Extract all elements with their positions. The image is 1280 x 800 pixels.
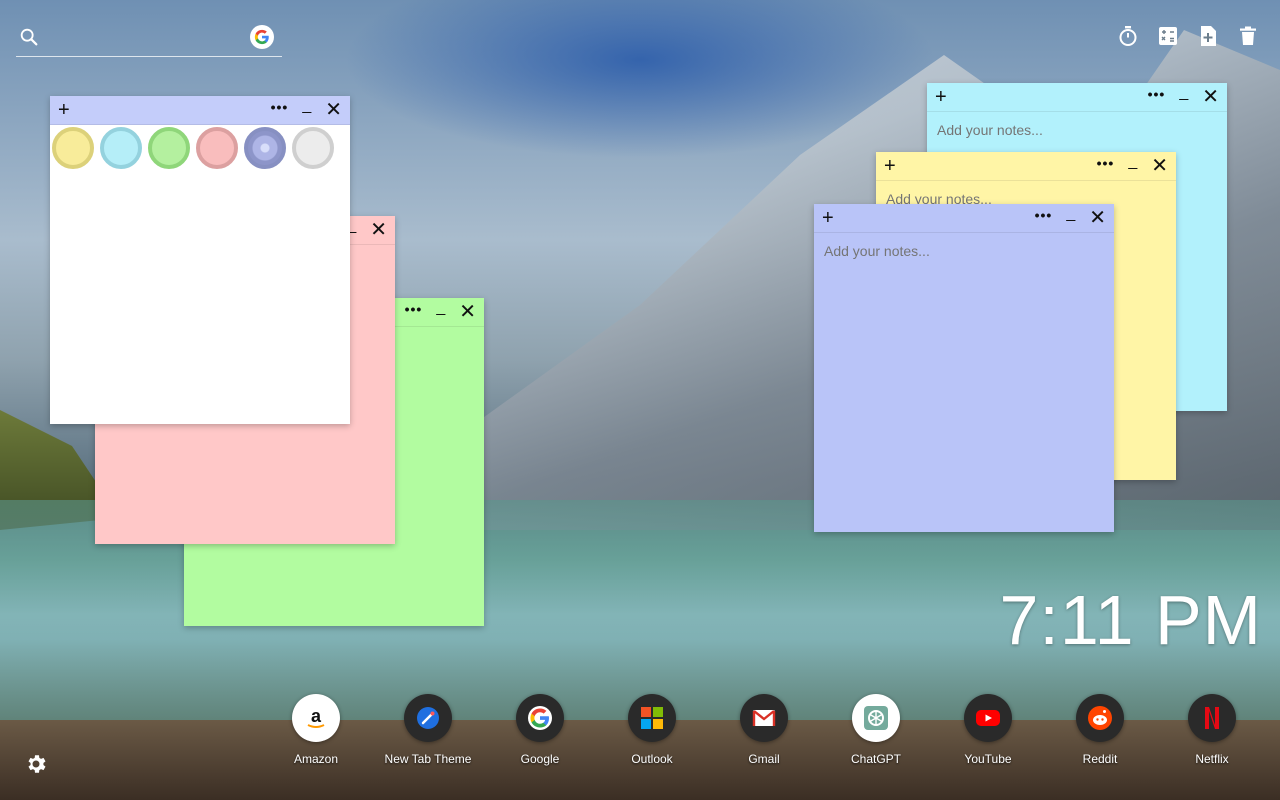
minimize-icon[interactable]: _ — [1128, 154, 1137, 170]
note-text-area[interactable] — [814, 233, 1114, 523]
minimize-icon[interactable]: _ — [302, 98, 311, 114]
new-tab-theme-icon — [404, 694, 452, 742]
shortcut-netflix[interactable]: Netflix — [1162, 694, 1262, 766]
chatgpt-icon — [852, 694, 900, 742]
svg-text:a: a — [311, 706, 322, 726]
shortcut-dock: a Amazon New Tab Theme Google Outlook Gm — [266, 694, 1266, 774]
close-icon[interactable]: ✕ — [1151, 156, 1168, 176]
search-input[interactable] — [50, 28, 244, 52]
shortcut-label: Google — [520, 752, 560, 766]
new-note-icon[interactable] — [1198, 24, 1218, 48]
google-icon — [516, 694, 564, 742]
trash-icon[interactable] — [1238, 24, 1258, 48]
shortcut-amazon[interactable]: a Amazon — [266, 694, 366, 766]
shortcut-label: Gmail — [748, 752, 780, 766]
shortcut-new-tab-theme[interactable]: New Tab Theme — [378, 694, 478, 766]
add-note-icon[interactable]: + — [884, 154, 896, 178]
shortcut-youtube[interactable]: YouTube — [938, 694, 1038, 766]
search-bar — [16, 22, 282, 57]
color-swatch-cyan[interactable] — [100, 127, 142, 169]
more-options-icon[interactable]: ••• — [1035, 208, 1053, 222]
close-icon[interactable]: ✕ — [459, 302, 476, 322]
close-icon[interactable]: ✕ — [1202, 87, 1219, 107]
reddit-icon — [1076, 694, 1124, 742]
add-note-icon[interactable]: + — [58, 98, 70, 122]
color-swatch-green[interactable] — [148, 127, 190, 169]
more-options-icon[interactable]: ••• — [271, 100, 289, 114]
more-options-icon[interactable]: ••• — [1097, 156, 1115, 170]
note-title-bar[interactable]: + ••• _ ✕ — [927, 83, 1227, 112]
shortcut-chatgpt[interactable]: ChatGPT — [826, 694, 926, 766]
shortcut-label: YouTube — [964, 752, 1012, 766]
sticky-note-blue[interactable]: + ••• _ ✕ — [814, 204, 1114, 532]
shortcut-label: Amazon — [293, 752, 339, 766]
toolbar — [1118, 24, 1258, 48]
search-icon[interactable] — [18, 26, 40, 48]
minimize-icon[interactable]: _ — [436, 300, 445, 316]
close-icon[interactable]: ✕ — [325, 100, 342, 120]
calculator-icon[interactable] — [1158, 24, 1178, 48]
color-swatch-pink[interactable] — [196, 127, 238, 169]
more-options-icon[interactable]: ••• — [405, 302, 423, 316]
sticky-note-white[interactable]: + ••• _ ✕ — [50, 96, 350, 424]
minimize-icon[interactable]: _ — [1179, 85, 1188, 101]
gear-icon[interactable] — [24, 752, 48, 776]
note-title-bar[interactable]: + ••• _ ✕ — [876, 152, 1176, 181]
color-swatch-yellow[interactable] — [52, 127, 94, 169]
minimize-icon[interactable]: _ — [1066, 206, 1075, 222]
shortcut-reddit[interactable]: Reddit — [1050, 694, 1150, 766]
note-title-bar[interactable]: + ••• _ ✕ — [814, 204, 1114, 233]
stopwatch-icon[interactable] — [1118, 24, 1138, 48]
color-swatch-blue-selected[interactable] — [244, 127, 286, 169]
close-icon[interactable]: ✕ — [370, 220, 387, 240]
shortcut-label: Outlook — [631, 752, 673, 766]
amazon-icon: a — [292, 694, 340, 742]
add-note-icon[interactable]: + — [935, 85, 947, 109]
google-search-icon[interactable] — [250, 25, 274, 49]
netflix-icon — [1188, 694, 1236, 742]
shortcut-label: ChatGPT — [850, 752, 901, 766]
color-palette — [50, 125, 350, 171]
shortcut-google[interactable]: Google — [490, 694, 590, 766]
shortcut-label: Reddit — [1082, 752, 1118, 766]
gmail-icon — [740, 694, 788, 742]
shortcut-label: Netflix — [1195, 752, 1229, 766]
add-note-icon[interactable]: + — [822, 206, 834, 230]
color-swatch-gray[interactable] — [292, 127, 334, 169]
shortcut-label: New Tab Theme — [384, 752, 472, 766]
note-title-bar[interactable]: + ••• _ ✕ — [50, 96, 350, 125]
shortcut-gmail[interactable]: Gmail — [714, 694, 814, 766]
outlook-icon — [628, 694, 676, 742]
close-icon[interactable]: ✕ — [1089, 208, 1106, 228]
clock-display: 7:11 PM — [999, 581, 1262, 659]
shortcut-outlook[interactable]: Outlook — [602, 694, 702, 766]
more-options-icon[interactable]: ••• — [1148, 87, 1166, 101]
youtube-icon — [964, 694, 1012, 742]
